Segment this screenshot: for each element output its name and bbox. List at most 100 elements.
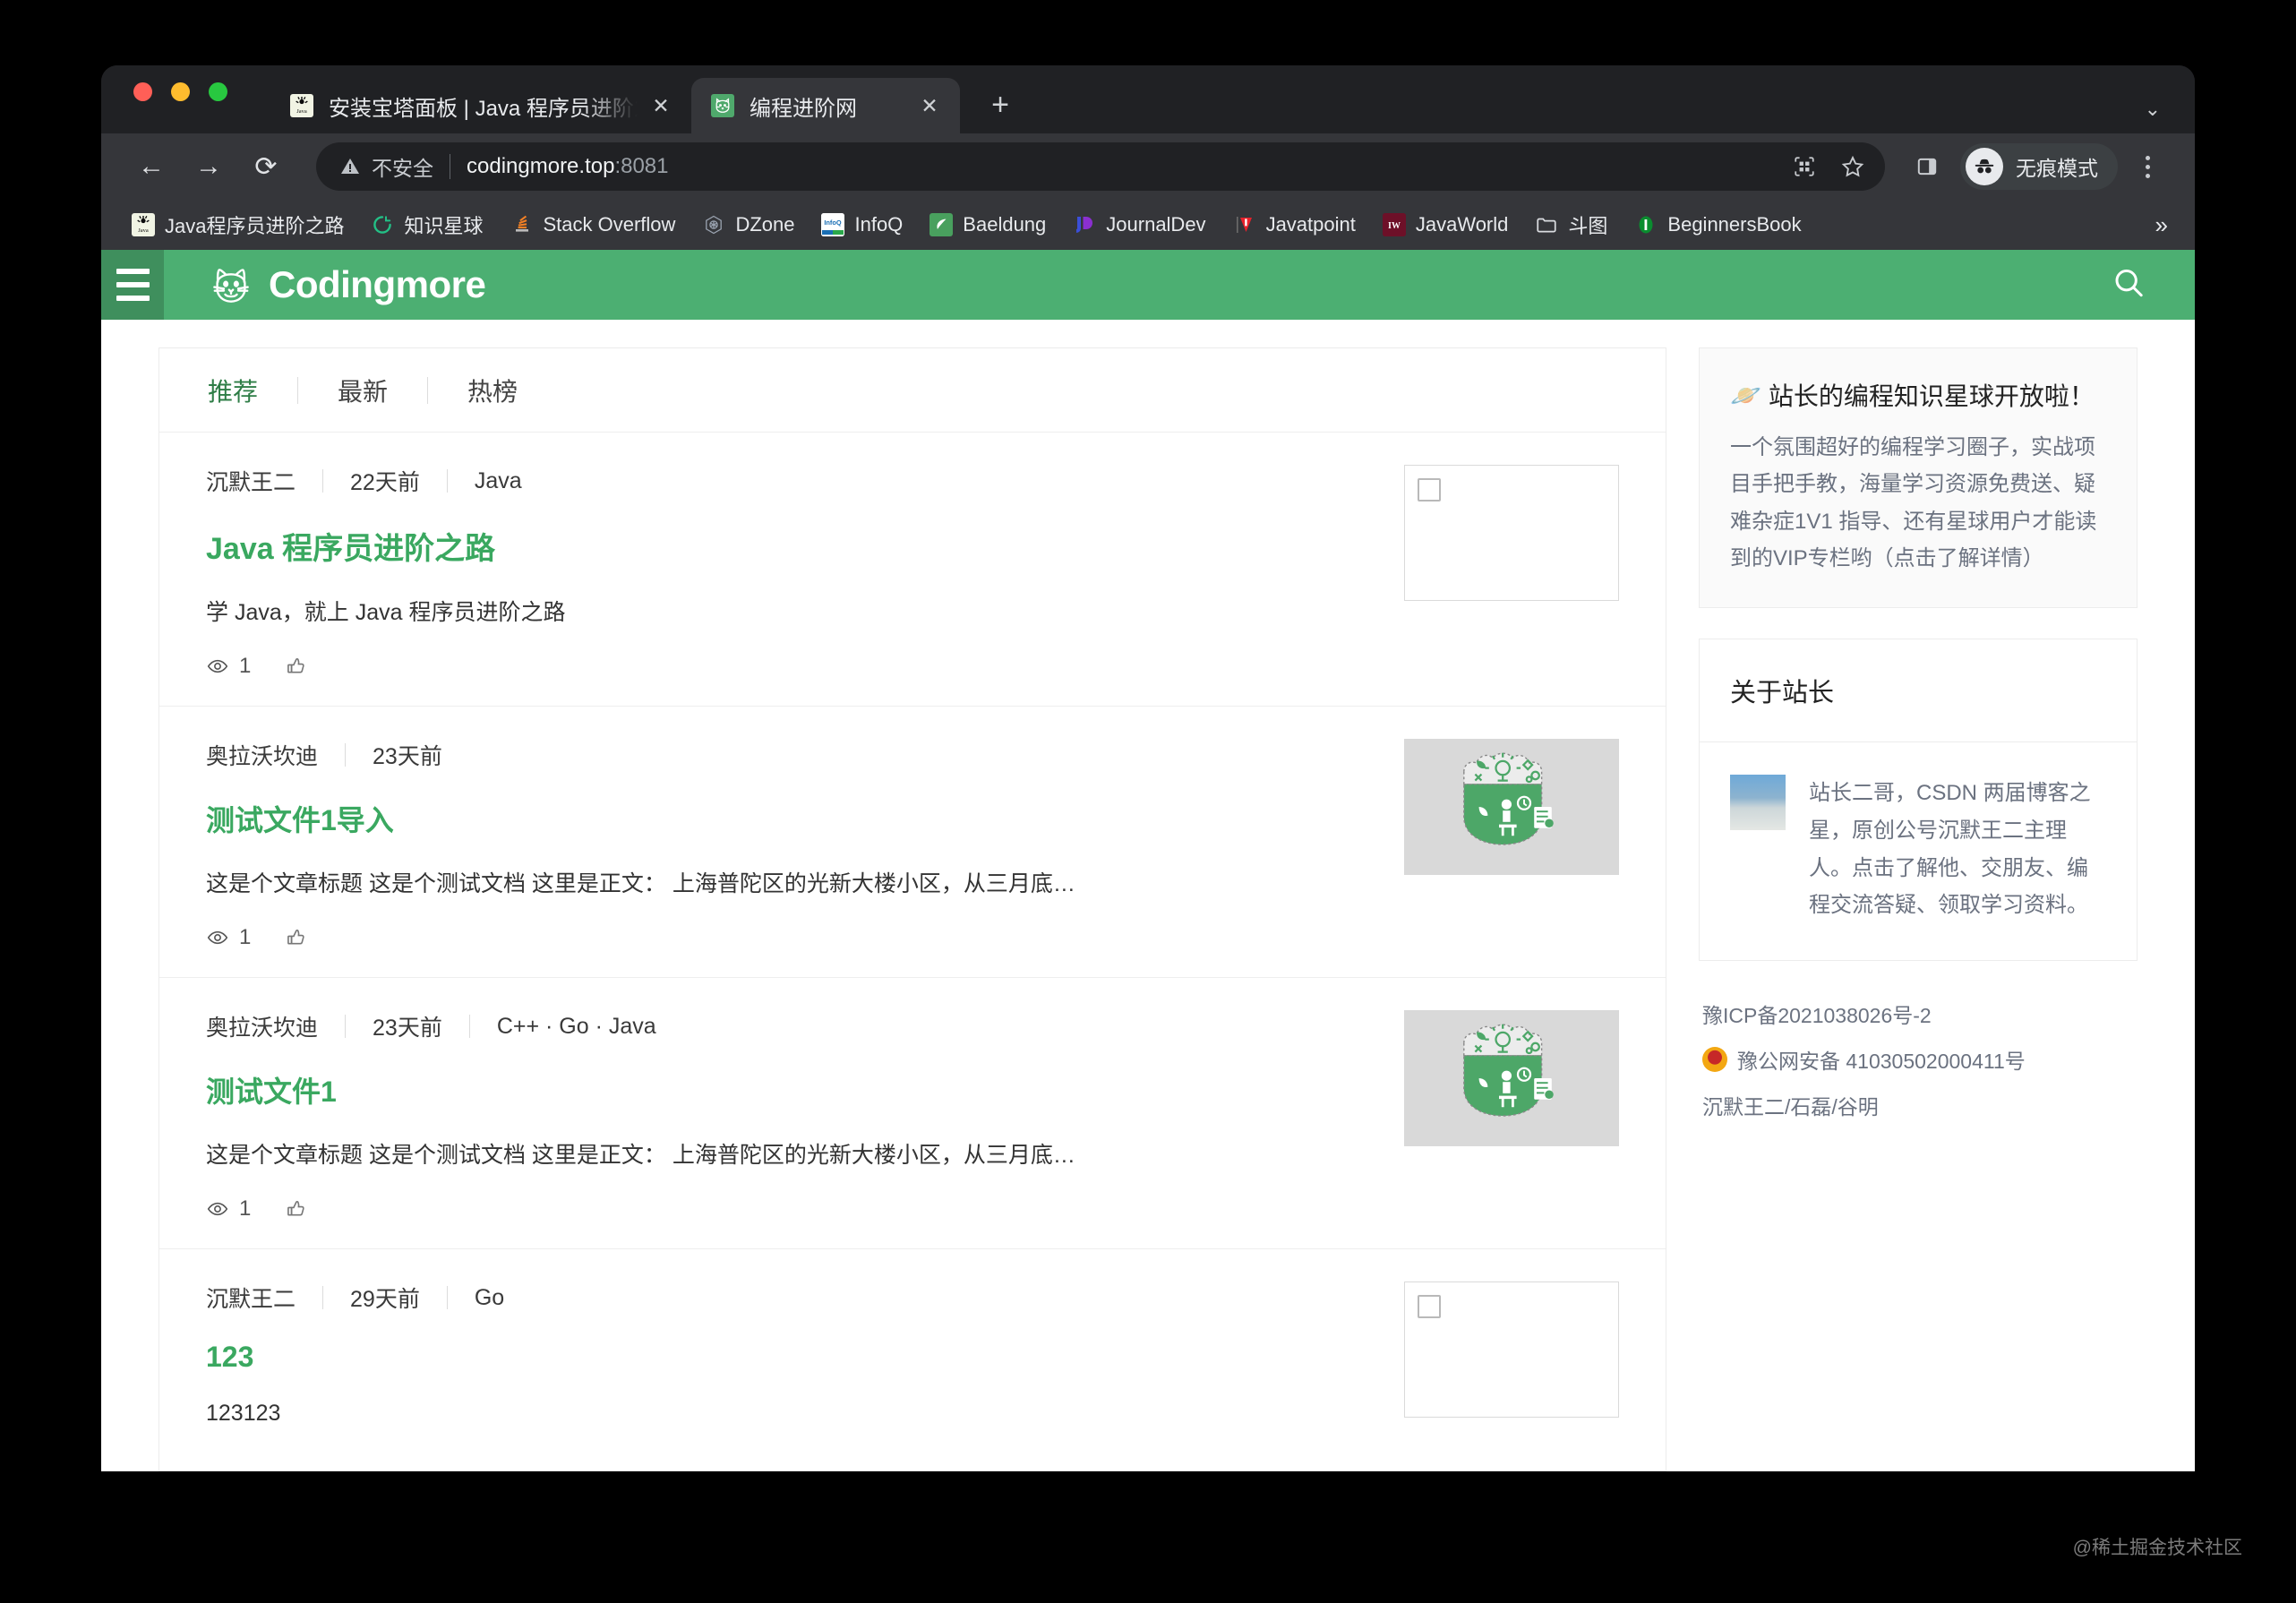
article-time: 23天前 (373, 1016, 442, 1041)
icp-text: 豫ICP备2021038026号-2 (1702, 1004, 1932, 1028)
article-tags[interactable]: Go (475, 1285, 504, 1311)
incognito-indicator[interactable]: 无痕模式 (1960, 143, 2118, 190)
article-thumbnail (1404, 465, 1619, 601)
article-title[interactable]: 测试文件1导入 (206, 798, 1377, 839)
article-title[interactable]: Java 程序员进阶之路 (206, 524, 1377, 568)
folder-icon (1535, 213, 1558, 236)
site-brand[interactable]: Codingmore (208, 261, 486, 308)
bookmark-beginnersbook[interactable]: BeginnersBook (1634, 213, 1802, 236)
article-time: 22天前 (350, 470, 420, 495)
browser-tab-2[interactable]: 编程进阶网 ✕ (691, 78, 960, 133)
tab-search-chevron-icon[interactable]: ⌄ (2145, 98, 2161, 121)
article-item[interactable]: 奥拉沃坎迪 23天前 测试文件1导入 这是个文章标题 这是个测试文档 这里是正文… (159, 707, 1666, 978)
article-title[interactable]: 测试文件1 (206, 1069, 1377, 1110)
article-description: 学 Java，就上 Java 程序员进阶之路 (206, 600, 566, 625)
close-tab-button[interactable]: ✕ (915, 91, 944, 120)
address-bar[interactable]: 不安全 codingmore.top:8081 (316, 142, 1885, 191)
like-button[interactable] (285, 655, 308, 678)
new-tab-button[interactable]: + (980, 84, 1021, 125)
side-panel-icon[interactable] (1905, 144, 1949, 189)
about-heading: 关于站长 (1700, 639, 2137, 743)
bookmark-infoq[interactable]: InfoQ InfoQ (821, 213, 903, 236)
police-text: 豫公网安备 41030502000411号 (1737, 1050, 2026, 1074)
tab-latest[interactable]: 最新 (336, 373, 390, 408)
article-stats: 1 (206, 925, 1377, 950)
bookmark-label: JournalDev (1106, 213, 1206, 236)
qr-code-icon[interactable] (1783, 145, 1826, 188)
promo-card[interactable]: 🪐 站长的编程知识星球开放啦！ 一个氛围超好的编程学习圈子，实战项目手把手教，海… (1699, 347, 2138, 609)
article-author[interactable]: 沉默王二 (206, 1282, 296, 1314)
beginnersbook-favicon-icon (1634, 213, 1658, 236)
hamburger-icon[interactable] (101, 250, 164, 320)
forward-button[interactable]: → (185, 143, 232, 190)
bookmark-label: 斗图 (1568, 215, 1608, 237)
bookmark-label: BeginnersBook (1667, 213, 1802, 236)
article-author[interactable]: 奥拉沃坎迪 (206, 739, 318, 771)
back-button[interactable]: ← (128, 143, 175, 190)
article-stats: 1 (206, 654, 1377, 679)
police-line[interactable]: 豫公网安备 41030502000411号 (1702, 1044, 2134, 1075)
article-title[interactable]: 123 (206, 1341, 1377, 1374)
star-icon[interactable] (1831, 145, 1874, 188)
omnibox-actions (1783, 145, 1874, 188)
article-thumbnail (1404, 739, 1619, 875)
bookmark-baeldung[interactable]: Baeldung (930, 213, 1046, 236)
article-item[interactable]: 奥拉沃坎迪 23天前 C++ · Go · Java 测试文件1 这是个文章标题… (159, 978, 1666, 1249)
tab-hot[interactable]: 热榜 (466, 373, 519, 408)
window-controls (133, 65, 227, 133)
close-window-button[interactable] (133, 81, 152, 101)
reload-button[interactable]: ⟳ (243, 143, 289, 190)
article-feed: 推荐 最新 热榜 沉默王二 22天前 Java Java 程序员进阶之路 学 J… (158, 347, 1666, 1471)
kebab-menu-icon[interactable] (2127, 146, 2168, 187)
about-text: 站长二哥，CSDN 两届博客之星，原创公号沉默王二主理人。点击了解他、交朋友、编… (1809, 781, 2091, 918)
thumbs-up-icon (287, 658, 305, 673)
bookmark-label: DZone (735, 213, 795, 236)
meta-divider (345, 743, 347, 767)
like-button[interactable] (285, 926, 308, 949)
credits-line: 沉默王二/石磊/谷明 (1702, 1090, 2134, 1120)
about-body[interactable]: 站长二哥，CSDN 两届博客之星，原创公号沉默王二主理人。点击了解他、交朋友、编… (1700, 742, 2137, 960)
planet-emoji-icon: 🪐 (1730, 381, 1761, 409)
sidebar: 🪐 站长的编程知识星球开放啦！ 一个氛围超好的编程学习圈子，实战项目手把手教，海… (1699, 347, 2138, 1471)
tab-recommend[interactable]: 推荐 (206, 373, 260, 408)
tab-title: 安装宝塔面板 | Java 程序员进阶之路 (329, 96, 638, 121)
bookmark-dzone[interactable]: DZone (702, 213, 794, 236)
article-tags[interactable]: Java (475, 468, 522, 494)
icp-line[interactable]: 豫ICP备2021038026号-2 (1702, 999, 2134, 1029)
article-item[interactable]: 沉默王二 29天前 Go 123 123123 (159, 1249, 1666, 1471)
article-item[interactable]: 沉默王二 22天前 Java Java 程序员进阶之路 学 Java，就上 Ja… (159, 433, 1666, 707)
view-count: 1 (206, 925, 251, 950)
page-viewport: Codingmore 推荐 最新 热榜 沉默王二 22天前 Java Java … (101, 250, 2195, 1471)
bookmark-label: Stack Overflow (543, 213, 676, 236)
site-header: Codingmore (101, 250, 2195, 320)
bookmark-javatpoint[interactable]: Javatpoint (1233, 213, 1356, 236)
bookmark-stackoverflow[interactable]: Stack Overflow (510, 213, 676, 236)
tabs-container: Java 安装宝塔面板 | Java 程序员进阶之路 ✕ 编程进阶网 ✕ + (270, 65, 1021, 133)
article-time: 29天前 (350, 1287, 420, 1312)
article-author[interactable]: 奥拉沃坎迪 (206, 1010, 318, 1042)
article-description: 这是个文章标题 这是个测试文档 这里是正文： 上海普陀区的光新大楼小区，从三月底… (206, 871, 1075, 896)
bookmarks-overflow-button[interactable]: » (2146, 211, 2168, 239)
article-meta: 奥拉沃坎迪 23天前 (206, 739, 1377, 771)
bookmark-doutu-folder[interactable]: 斗图 (1535, 210, 1607, 239)
maximize-window-button[interactable] (209, 81, 227, 101)
bookmark-java[interactable]: Java Java程序员进阶之路 (132, 210, 344, 239)
dzone-favicon-icon (702, 213, 725, 236)
bookmark-journaldev[interactable]: JournalDev (1073, 213, 1206, 236)
article-tags[interactable]: C++ · Go · Java (497, 1014, 656, 1040)
search-icon[interactable] (2111, 265, 2146, 305)
like-button[interactable] (285, 1197, 308, 1221)
close-tab-button[interactable]: ✕ (647, 91, 675, 120)
browser-tab-1[interactable]: Java 安装宝塔面板 | Java 程序员进阶之路 ✕ (270, 78, 691, 133)
incognito-label: 无痕模式 (2016, 157, 2098, 180)
meta-divider (446, 469, 448, 493)
view-count-value: 1 (239, 925, 252, 949)
bookmark-label: Javatpoint (1265, 213, 1356, 236)
bookmark-zsxq[interactable]: 知识星球 (371, 210, 484, 239)
bookmark-javaworld[interactable]: IW JavaWorld (1382, 213, 1508, 236)
minimize-window-button[interactable] (171, 81, 190, 101)
watermark: @稀土掘金技术社区 (2072, 1538, 2242, 1558)
article-meta: 奥拉沃坎迪 23天前 C++ · Go · Java (206, 1010, 1377, 1042)
svg-text:InfoQ: InfoQ (825, 219, 843, 227)
article-author[interactable]: 沉默王二 (206, 465, 296, 497)
